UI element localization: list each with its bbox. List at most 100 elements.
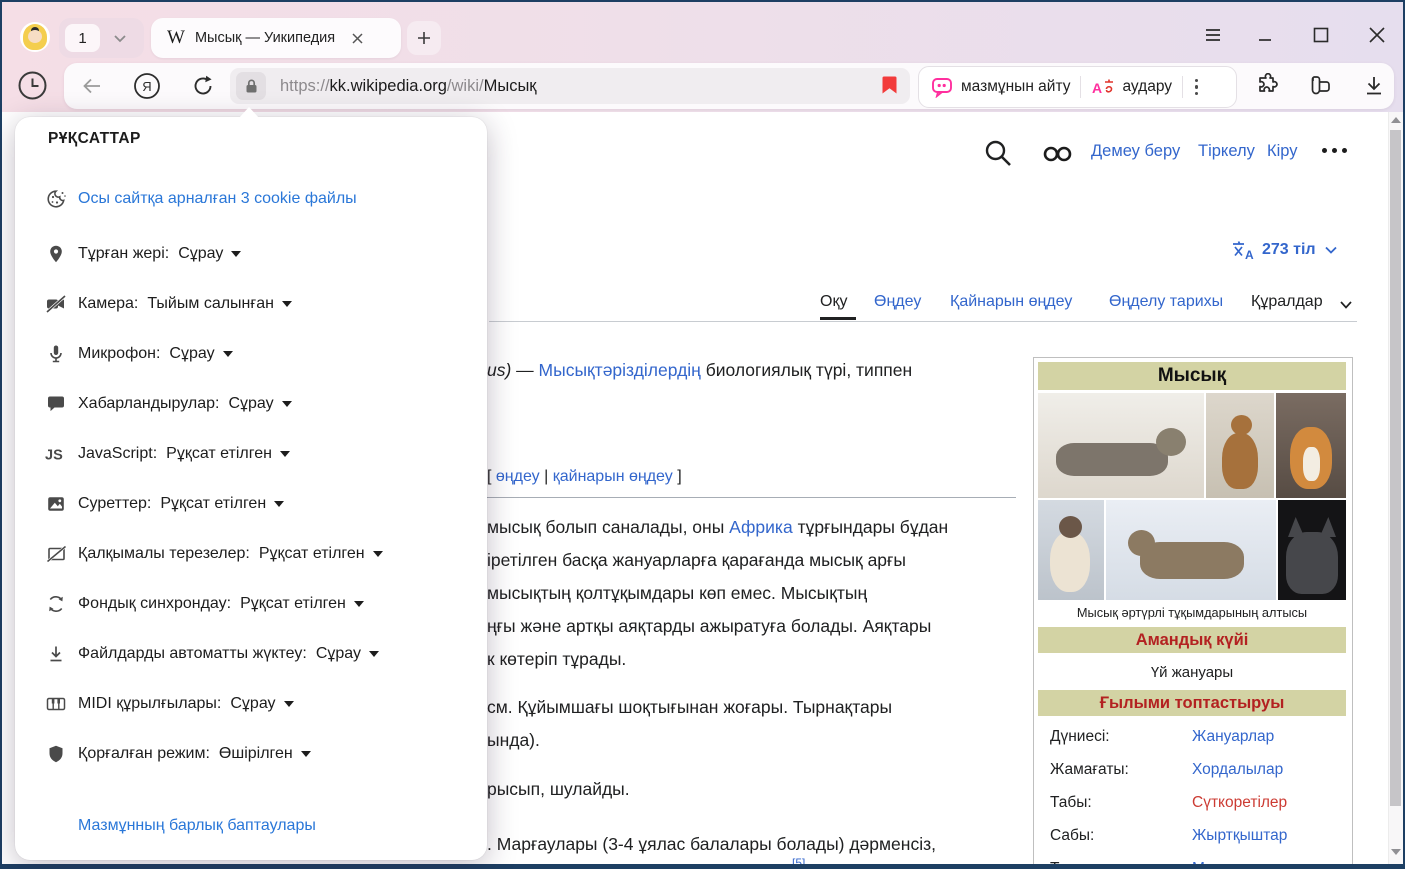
- language-selector[interactable]: A 273 тіл: [1231, 239, 1339, 261]
- tab-history[interactable]: Өңделу тарихы: [1109, 293, 1223, 311]
- scrollbar-down-icon[interactable]: [1391, 849, 1401, 855]
- tabs-bottom-border: [489, 321, 1357, 322]
- reference-link[interactable]: [5]: [792, 856, 805, 864]
- language-count[interactable]: 273 тіл: [1262, 241, 1316, 259]
- permission-value-dropdown[interactable]: Рұқсат етілген: [259, 545, 365, 563]
- permission-value-dropdown[interactable]: Рұқсат етілген: [166, 445, 272, 463]
- dropdown-caret-icon[interactable]: [354, 601, 364, 607]
- taxonomy-row: Сабы: Жыртқыштар: [1050, 827, 1340, 857]
- dropdown-caret-icon[interactable]: [280, 451, 290, 457]
- taxonomy-row: Дүниесі: Жануарлар: [1050, 728, 1340, 758]
- wiki-more-menu-icon[interactable]: [1322, 148, 1347, 153]
- permission-row: Камера: Тыйым салынған: [44, 287, 464, 321]
- article-line: іретілген басқа жануарларға қарағанда мы…: [487, 550, 906, 571]
- wiki-login-link[interactable]: Кіру: [1267, 142, 1298, 161]
- tab-tools[interactable]: Құралдар: [1251, 293, 1323, 311]
- translate-button[interactable]: аудару: [1122, 78, 1172, 96]
- dropdown-caret-icon[interactable]: [373, 551, 383, 557]
- taxonomy-value-redlink[interactable]: Сүткоретілер: [1192, 794, 1287, 812]
- wiki-search-icon[interactable]: [983, 138, 1013, 168]
- permission-value-dropdown[interactable]: Сұрау: [228, 395, 273, 413]
- felidae-link[interactable]: Мысықтәрізділердің: [539, 360, 701, 380]
- africa-link[interactable]: Африка: [729, 517, 793, 537]
- permission-value-dropdown[interactable]: Сұрау: [178, 245, 223, 263]
- dropdown-caret-icon[interactable]: [223, 351, 233, 357]
- collections-icon[interactable]: [1305, 72, 1333, 100]
- wiki-donate-link[interactable]: Демеу беру: [1091, 142, 1180, 161]
- profile-avatar[interactable]: [20, 22, 50, 52]
- article-line: ында).: [487, 730, 540, 751]
- close-window-button[interactable]: [1366, 24, 1388, 46]
- permission-value-dropdown[interactable]: Сұрау: [316, 645, 361, 663]
- maximize-button[interactable]: [1310, 24, 1332, 46]
- permission-label: Микрофон:: [78, 345, 160, 363]
- extensions-puzzle-icon[interactable]: [1253, 72, 1281, 100]
- permission-value-dropdown[interactable]: Сұрау: [169, 345, 214, 363]
- cat-photo-siamese[interactable]: [1038, 500, 1104, 600]
- tab-group-chevron-icon[interactable]: [112, 30, 128, 46]
- midi-icon: [44, 692, 68, 716]
- permission-value-dropdown[interactable]: Рұқсат етілген: [160, 495, 266, 513]
- cat-photo-ginger[interactable]: [1276, 393, 1346, 498]
- lock-icon[interactable]: [236, 72, 266, 100]
- cat-photo-collage: [1038, 393, 1346, 600]
- pill-more-icon[interactable]: [1195, 79, 1198, 95]
- window-border-bottom: [0, 864, 1405, 869]
- cat-photo-tabby-lying[interactable]: [1038, 393, 1204, 498]
- intro-latin-fragment: us) —: [487, 360, 539, 380]
- yandex-search-icon[interactable]: Я: [133, 72, 161, 100]
- cat-photo-abyssinian[interactable]: [1206, 393, 1274, 498]
- active-tab[interactable]: W Мысық — Уикипедия: [151, 18, 401, 58]
- section-edit-link[interactable]: өңдеу: [496, 468, 540, 485]
- permission-row: Хабарландырулар: Сұрау: [44, 387, 464, 421]
- dropdown-caret-icon[interactable]: [284, 701, 294, 707]
- bookmark-icon[interactable]: [881, 74, 898, 96]
- cat-photo-grey[interactable]: [1278, 500, 1346, 600]
- dropdown-caret-icon[interactable]: [274, 501, 284, 507]
- minimize-button[interactable]: [1254, 24, 1276, 46]
- browser-menu-icon[interactable]: [1202, 24, 1224, 46]
- dropdown-caret-icon[interactable]: [301, 751, 311, 757]
- tab-edit-source[interactable]: Қайнарын өңдеу: [950, 293, 1072, 311]
- taxonomy-value-link[interactable]: Хордалылар: [1192, 761, 1283, 779]
- svg-text:A: A: [1092, 80, 1102, 96]
- tab-edit[interactable]: Өңдеу: [874, 293, 921, 311]
- scrollbar-thumb[interactable]: [1390, 130, 1401, 806]
- refresh-icon[interactable]: [190, 73, 216, 99]
- taxonomy-value-link[interactable]: Жыртқыштар: [1192, 827, 1287, 845]
- new-tab-button[interactable]: [407, 21, 441, 55]
- history-clock-icon[interactable]: [17, 70, 48, 101]
- status-header-bar: Амандық күйі: [1038, 627, 1346, 653]
- dropdown-caret-icon[interactable]: [369, 651, 379, 657]
- address-bar[interactable]: https://kk.wikipedia.org/wiki/Мысық: [230, 68, 910, 104]
- article-ref-fragment: [5]: [792, 856, 805, 864]
- dropdown-caret-icon[interactable]: [282, 301, 292, 307]
- cookies-link[interactable]: Осы сайтқа арналған 3 cookie файлы: [78, 190, 357, 208]
- article-line: ңғы және артқы аяқтарды ажыратуға болады…: [487, 616, 931, 637]
- read-aloud-button[interactable]: мазмұнын айту: [961, 78, 1070, 96]
- permissions-title: РҰҚСАТТАР: [48, 130, 141, 148]
- wiki-register-link[interactable]: Тіркелу: [1198, 142, 1255, 161]
- downloads-icon[interactable]: [1360, 72, 1388, 100]
- scrollbar-up-icon[interactable]: [1391, 117, 1401, 123]
- svg-text:JS: JS: [45, 448, 63, 464]
- section-edit-source-link[interactable]: қайнарын өңдеу: [553, 468, 673, 485]
- all-content-settings-link[interactable]: Мазмұнның барлық баптаулары: [78, 817, 316, 835]
- tab-read[interactable]: Оқу: [820, 293, 847, 311]
- cookie-icon: [44, 187, 68, 211]
- permission-value-dropdown[interactable]: Өшірілген: [219, 745, 293, 763]
- url-text: https://kk.wikipedia.org/wiki/Мысық: [280, 77, 537, 96]
- permission-value-dropdown[interactable]: Рұқсат етілген: [240, 595, 346, 613]
- wiki-appearance-icon[interactable]: [1043, 145, 1073, 163]
- tab-close-icon[interactable]: [351, 32, 364, 45]
- taxonomy-value-link[interactable]: Жануарлар: [1192, 728, 1274, 746]
- url-host: kk.wikipedia.org: [330, 77, 447, 95]
- permission-value-dropdown[interactable]: Тыйым салынған: [147, 295, 274, 313]
- tools-chevron-icon[interactable]: [1338, 298, 1354, 312]
- tab-counter[interactable]: 1: [65, 24, 100, 52]
- cat-photo-snow-tabby[interactable]: [1106, 500, 1276, 600]
- permission-value-dropdown[interactable]: Сұрау: [230, 695, 275, 713]
- dropdown-caret-icon[interactable]: [282, 401, 292, 407]
- back-icon[interactable]: [80, 74, 104, 98]
- dropdown-caret-icon[interactable]: [231, 251, 241, 257]
